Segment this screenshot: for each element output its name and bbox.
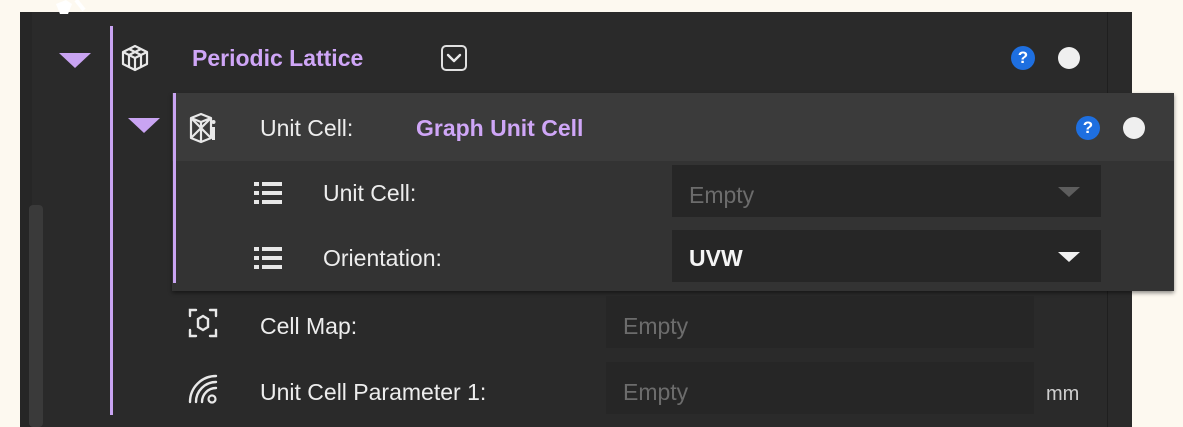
orientation-select-value: UVW: [689, 245, 743, 271]
chevron-down-icon: [1058, 187, 1080, 197]
unit-cell-field-row: Unit Cell: Empty: [250, 165, 1110, 221]
lattice-title: Periodic Lattice: [192, 45, 364, 71]
unit-cell-label: Unit Cell:: [260, 115, 354, 141]
cell-map-row: Cell Map: Empty: [180, 296, 1040, 352]
partial-icon: [56, 0, 86, 14]
lattice-dropdown-button[interactable]: [441, 45, 467, 71]
unit-cell-row: Unit Cell: Graph Unit Cell ?: [120, 96, 1170, 158]
scrollbar[interactable]: [29, 205, 43, 427]
unit-cell-select-value: Empty: [689, 182, 755, 208]
unit-cell-field-label: Unit Cell:: [323, 180, 417, 206]
unit-cell-icon: [189, 112, 216, 144]
cell-map-input-value: Empty: [623, 313, 689, 339]
parameter-input-value: Empty: [623, 379, 689, 405]
list-icon: [254, 247, 282, 269]
cell-map-label: Cell Map:: [260, 313, 358, 339]
orientation-select[interactable]: UVW: [672, 230, 1101, 282]
lattice-status-dot[interactable]: [1058, 47, 1080, 69]
field-icon: [188, 374, 218, 404]
parameter-label: Unit Cell Parameter 1:: [260, 379, 487, 405]
orientation-field-row: Orientation: UVW: [250, 230, 1110, 286]
collapse-lattice-toggle[interactable]: [59, 53, 91, 68]
cell-map-input[interactable]: Empty: [606, 296, 1034, 348]
parameter-input[interactable]: Empty: [606, 362, 1034, 414]
chevron-down-icon: [446, 53, 462, 63]
periodic-lattice-row: Periodic Lattice ?: [56, 30, 1116, 90]
unit-cell-value[interactable]: Graph Unit Cell: [416, 114, 583, 142]
collapse-unit-cell-toggle[interactable]: [128, 118, 160, 133]
chevron-down-icon: [1058, 252, 1080, 262]
unit-cell-select[interactable]: Empty: [672, 165, 1101, 217]
unit-cell-help-button[interactable]: ?: [1076, 116, 1100, 140]
unit-cell-status-dot[interactable]: [1123, 117, 1145, 139]
lattice-cube-icon: [121, 44, 149, 72]
cell-map-icon: [188, 308, 218, 338]
lattice-help-button[interactable]: ?: [1011, 46, 1035, 70]
parameter-row: Unit Cell Parameter 1: Empty mm: [180, 362, 1110, 418]
parameter-unit: mm: [1046, 383, 1080, 405]
list-icon: [254, 182, 282, 204]
orientation-label: Orientation:: [323, 245, 442, 271]
